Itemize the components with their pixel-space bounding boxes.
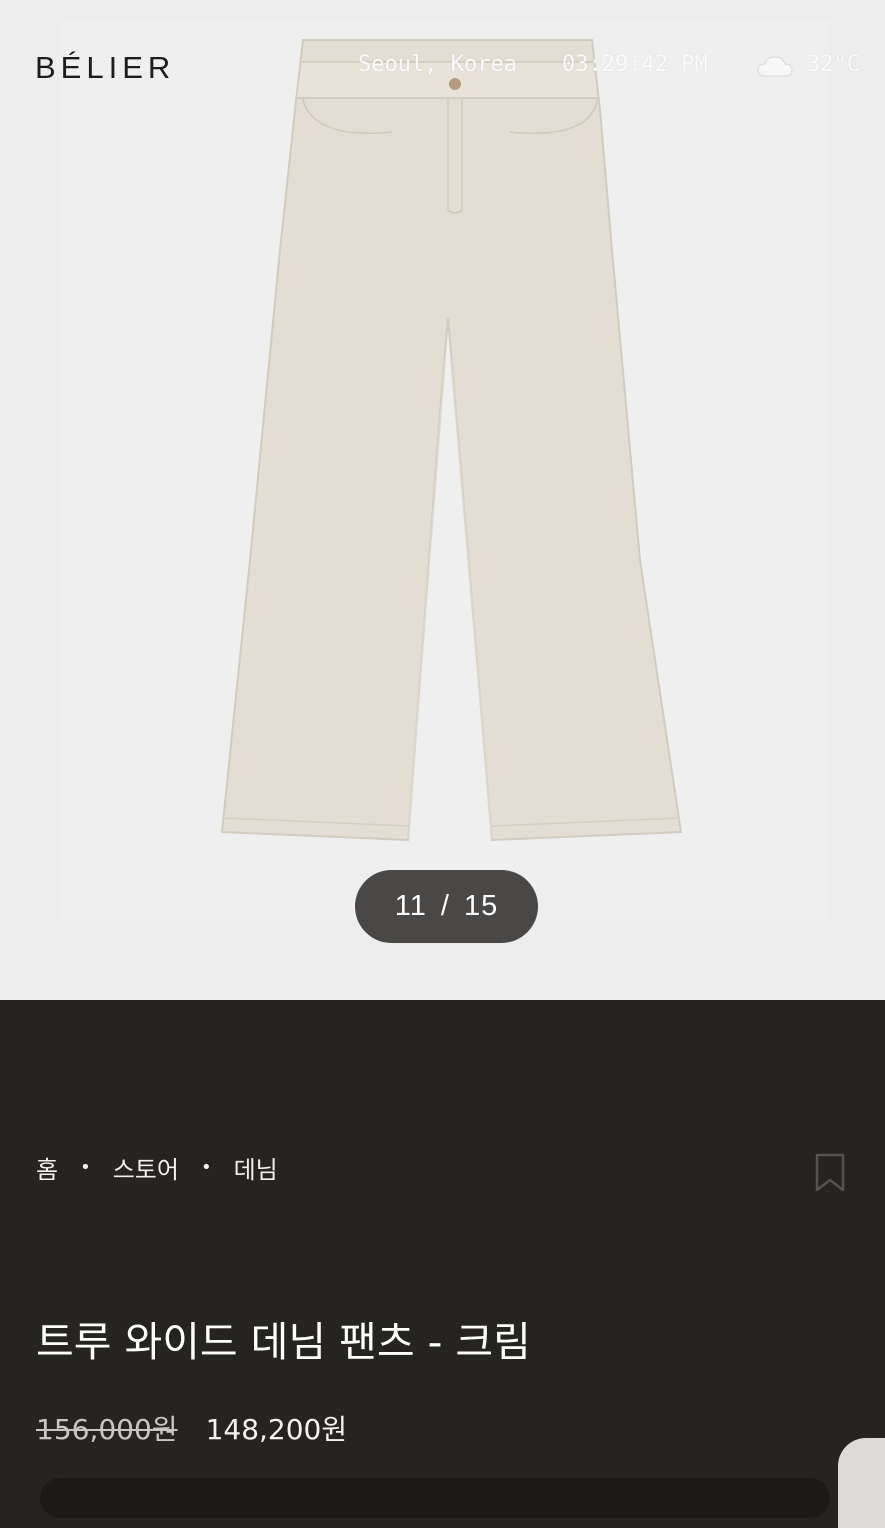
temperature-text: 32°C [807,52,860,77]
cloud-icon [756,54,794,86]
breadcrumb-home[interactable]: 홈 [36,1150,58,1185]
total-image-count: 15 [463,890,499,922]
breadcrumb-separator: • [80,1157,91,1178]
floating-side-button[interactable] [838,1438,885,1528]
product-image [0,0,885,1000]
breadcrumb-store[interactable]: 스토어 [113,1150,179,1185]
product-title: 트루 와이드 데님 팬츠 - 크림 [36,1318,531,1366]
breadcrumb-separator: • [200,1157,212,1178]
location-text: Seoul, Korea [358,52,517,77]
clock-text: 03:29:42 PM [562,52,708,77]
original-price: 156,000원 [36,1413,178,1446]
breadcrumb-denim[interactable]: 데님 [234,1150,278,1185]
sale-price: 148,200원 [205,1413,348,1446]
bottom-action-bar[interactable] [40,1478,830,1518]
bookmark-button[interactable] [815,1153,845,1197]
product-image-gallery[interactable]: BÉLIER Seoul, Korea 03:29:42 PM 32°C 11 … [0,0,885,1000]
counter-separator: / [440,890,450,922]
price-block: 156,000원 148,200원 [36,1408,347,1448]
image-counter: 11 / 15 [355,870,538,943]
breadcrumb: 홈 • 스토어 • 데님 [36,1150,278,1185]
status-overlay: Seoul, Korea 03:29:42 PM 32°C [0,52,885,82]
bookmark-icon [815,1153,845,1192]
current-image-number: 11 [394,890,427,922]
